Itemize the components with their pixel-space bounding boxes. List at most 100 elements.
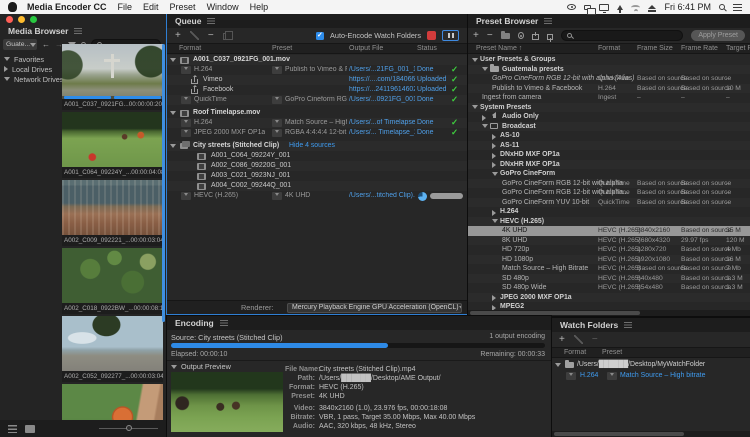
apply-preset-button[interactable]: Apply Preset bbox=[691, 30, 745, 41]
tab-watch-folders[interactable]: Watch Folders bbox=[560, 320, 618, 330]
panel-menu-icon[interactable] bbox=[624, 322, 632, 328]
column-header-format[interactable]: Format bbox=[598, 45, 620, 52]
media-clip[interactable]: A001_C037_0921FG...00:00:00:20 bbox=[62, 44, 163, 110]
format-dropdown[interactable] bbox=[181, 96, 191, 104]
remove-button[interactable]: − bbox=[208, 33, 214, 39]
preset-row[interactable]: 8K UHDHEVC (H.265)7680x432029.97 fps120 … bbox=[468, 236, 750, 246]
panel-menu-icon[interactable] bbox=[544, 18, 552, 24]
preset-row[interactable]: GoPro CineForm RGB 12-bit with alpha...Q… bbox=[468, 188, 750, 198]
thumbnail-size-slider[interactable] bbox=[99, 428, 158, 429]
clip-scrub-bar[interactable] bbox=[62, 96, 163, 99]
watch-folder-output-row[interactable]: H.264Match Source – High bitrate bbox=[552, 370, 750, 381]
preset-row[interactable]: H.264 bbox=[468, 207, 750, 217]
preset-row[interactable]: DNxHR MXF OP1a bbox=[468, 160, 750, 170]
preset-row[interactable]: GoPro CineForm RGB 12-bit with alphaQuic… bbox=[468, 179, 750, 189]
renderer-dropdown[interactable]: Mercury Playback Engine GPU Acceleration… bbox=[287, 303, 462, 313]
queue-row[interactable]: Vimeohttps://....com/184066142Uploaded bbox=[167, 75, 467, 85]
output-preview-toggle[interactable]: Output Preview bbox=[171, 362, 231, 371]
chevron-down-icon[interactable] bbox=[4, 57, 10, 61]
chevron-right-icon[interactable] bbox=[492, 295, 496, 301]
sidebar-item-favorites[interactable]: Favorites bbox=[0, 54, 62, 64]
format-dropdown[interactable] bbox=[566, 372, 576, 380]
menu-file[interactable]: File bbox=[118, 2, 133, 12]
preset-row[interactable]: JPEG 2000 MXF OP1a bbox=[468, 293, 750, 303]
minimize-window-button[interactable] bbox=[18, 16, 25, 23]
queue-row[interactable]: QuickTimeGoPro Cineform RGB 12.../Users/… bbox=[167, 95, 467, 105]
edit-button[interactable] bbox=[190, 31, 199, 40]
auto-encode-checkbox[interactable] bbox=[316, 32, 324, 40]
preset-row[interactable]: Broadcast bbox=[468, 122, 750, 132]
remove-watch-folder-button[interactable]: − bbox=[592, 337, 598, 343]
zoom-window-button[interactable] bbox=[30, 16, 37, 23]
preset-search-input[interactable] bbox=[561, 30, 683, 41]
media-browser-scrollbar[interactable] bbox=[162, 44, 165, 322]
preset-dropdown[interactable] bbox=[272, 119, 282, 127]
column-header-format[interactable]: Format bbox=[564, 349, 586, 356]
tab-queue[interactable]: Queue bbox=[175, 16, 201, 26]
queue-row[interactable]: JPEG 2000 MXF OP1aRGBA 4:4:4:4 12-bit (B… bbox=[167, 128, 467, 138]
stop-queue-button[interactable] bbox=[427, 31, 436, 40]
chevron-down-icon[interactable] bbox=[482, 67, 488, 71]
queue-row[interactable]: City streets (Stitched Clip)Hide 4 sourc… bbox=[167, 141, 467, 151]
output-file-link[interactable]: /Users/...of Timelapse.mp4 bbox=[349, 119, 415, 126]
preset-dropdown[interactable] bbox=[272, 129, 282, 137]
clip-thumbnail[interactable] bbox=[62, 316, 163, 371]
thumbnail-view-icon[interactable] bbox=[25, 425, 35, 433]
tab-encoding[interactable]: Encoding bbox=[175, 318, 214, 328]
queue-row[interactable]: A003_C021_0923NJ_001 bbox=[167, 171, 467, 181]
clip-thumbnail[interactable] bbox=[62, 44, 163, 99]
column-header-preset-name[interactable]: Preset Name ↑ bbox=[476, 45, 522, 52]
tab-preset-browser[interactable]: Preset Browser bbox=[476, 16, 538, 26]
chevron-right-icon[interactable] bbox=[4, 66, 8, 72]
queue-row[interactable]: A002_C086_09220G_001 bbox=[167, 161, 467, 171]
duplicate-button[interactable] bbox=[223, 33, 229, 40]
pause-queue-button[interactable] bbox=[442, 30, 459, 41]
chat-icon[interactable] bbox=[584, 5, 591, 10]
back-button[interactable]: ← bbox=[42, 40, 50, 50]
spotlight-search-icon[interactable] bbox=[719, 4, 725, 10]
menu-preset[interactable]: Preset bbox=[170, 2, 196, 12]
display-icon[interactable] bbox=[599, 4, 609, 11]
preset-dropdown[interactable] bbox=[272, 66, 282, 74]
queue-row[interactable]: A001_C037_0921FG_001.mov bbox=[167, 55, 467, 65]
location-dropdown[interactable]: Guate... bbox=[3, 39, 37, 50]
panel-menu-icon[interactable] bbox=[220, 320, 228, 326]
import-preset-button[interactable] bbox=[532, 34, 539, 40]
eye-icon[interactable] bbox=[567, 4, 576, 10]
column-header-target-r[interactable]: Target R bbox=[726, 45, 750, 52]
preset-row[interactable]: Ingest from cameraIngest––– bbox=[468, 93, 750, 103]
chevron-right-icon[interactable] bbox=[492, 134, 496, 140]
create-preset-button[interactable]: + bbox=[473, 32, 479, 40]
preset-dropdown[interactable] bbox=[607, 372, 617, 380]
close-window-button[interactable] bbox=[6, 16, 13, 23]
preset-row[interactable]: Match Source – High BitrateHEVC (H.265)B… bbox=[468, 264, 750, 274]
output-file-link[interactable]: /Users/...0921FG_001.mov bbox=[349, 96, 415, 103]
chevron-right-icon[interactable] bbox=[492, 143, 496, 149]
preset-row[interactable]: Publish to Vimeo & FacebookH.264Based on… bbox=[468, 84, 750, 94]
panel-menu-icon[interactable] bbox=[207, 18, 215, 24]
slider-knob[interactable] bbox=[126, 425, 132, 431]
preset-row[interactable]: AS-10 bbox=[468, 131, 750, 141]
column-header-format[interactable]: Format bbox=[179, 45, 201, 52]
preset-row[interactable]: User Presets & Groups bbox=[468, 55, 750, 65]
watch-folders-hscrollbar[interactable] bbox=[552, 431, 750, 437]
menu-window[interactable]: Window bbox=[207, 2, 239, 12]
preset-row[interactable]: SD 480p WideHEVC (H.265)854x480Based on … bbox=[468, 283, 750, 293]
chevron-down-icon[interactable] bbox=[472, 58, 478, 62]
chevron-right-icon[interactable] bbox=[492, 210, 496, 216]
preset-row[interactable]: GoPro CineForm bbox=[468, 169, 750, 179]
menu-help[interactable]: Help bbox=[250, 2, 269, 12]
column-header-frame-size[interactable]: Frame Size bbox=[637, 45, 673, 52]
queue-row[interactable]: Facebookhttps://...24119614602283Uploade… bbox=[167, 85, 467, 95]
new-group-button[interactable] bbox=[501, 33, 510, 39]
preset-row[interactable]: Guatemala presets bbox=[468, 65, 750, 75]
chevron-down-icon[interactable] bbox=[472, 105, 478, 109]
preset-dropdown[interactable] bbox=[272, 96, 282, 104]
queue-row[interactable]: A001_C064_09224Y_001 bbox=[167, 151, 467, 161]
queue-row[interactable]: HEVC (H.265)4K UHD/Users/...titched Clip… bbox=[167, 191, 467, 201]
clip-thumbnail[interactable] bbox=[62, 180, 163, 235]
media-clip[interactable]: A001_C064_09224Y_...00:00:04:08 bbox=[62, 112, 163, 178]
scrollbar-thumb[interactable] bbox=[554, 432, 684, 436]
chevron-down-icon[interactable] bbox=[492, 219, 498, 223]
delete-preset-button[interactable]: − bbox=[487, 33, 493, 39]
